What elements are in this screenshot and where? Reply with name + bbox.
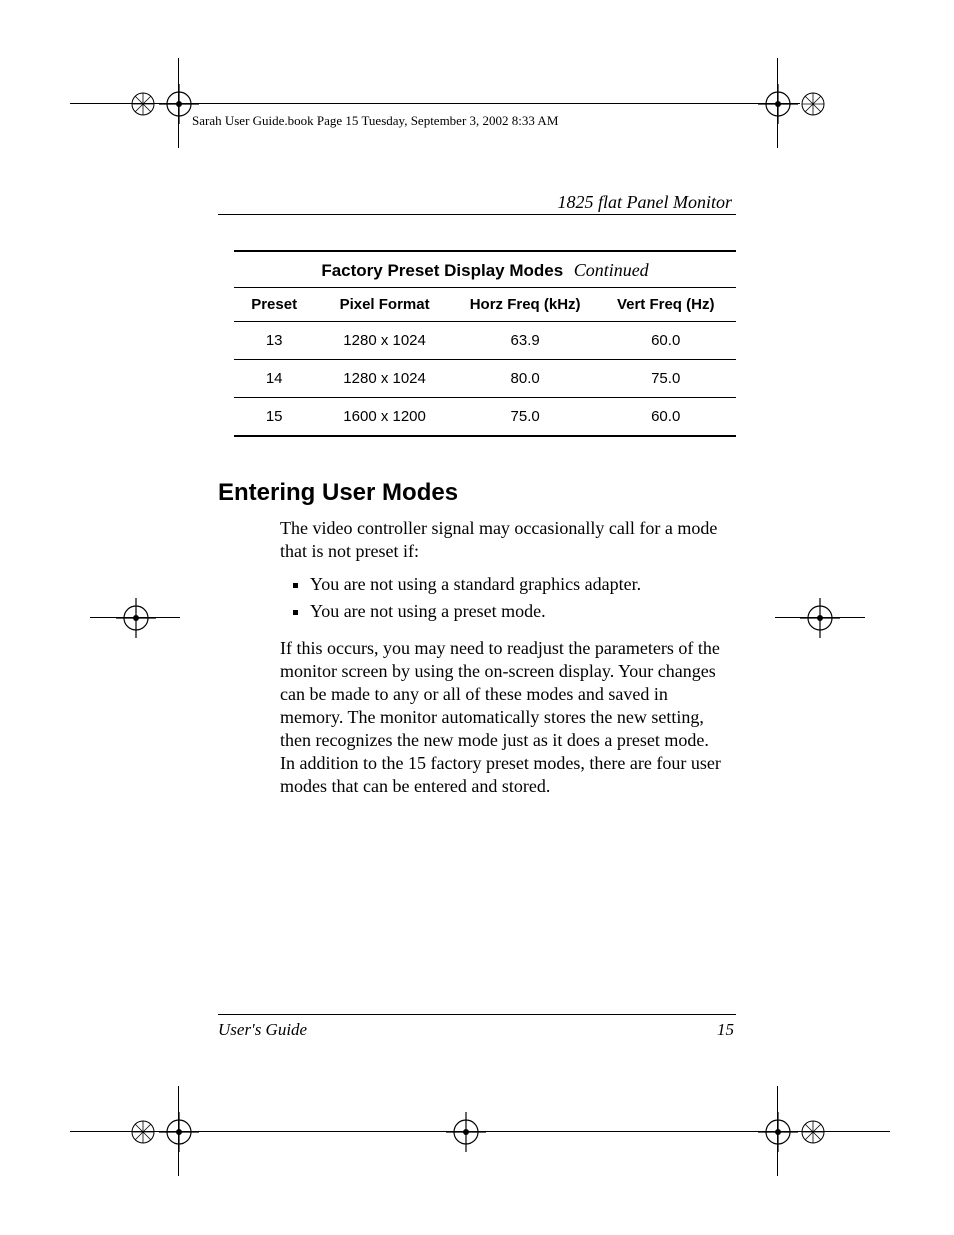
register-mark-icon xyxy=(159,1112,199,1152)
paragraph: If this occurs, you may need to readjust… xyxy=(280,637,728,798)
header-rule xyxy=(218,214,736,215)
col-pixel: Pixel Format xyxy=(314,288,455,322)
rosette-icon xyxy=(800,1119,826,1145)
register-mark-icon xyxy=(446,1112,486,1152)
table-row: 14 1280 x 1024 80.0 75.0 xyxy=(234,360,736,398)
register-mark-icon xyxy=(758,1112,798,1152)
table-header-row: Preset Pixel Format Horz Freq (kHz) Vert… xyxy=(234,288,736,322)
body-text: The video controller signal may occasion… xyxy=(280,517,728,798)
table-row: 15 1600 x 1200 75.0 60.0 xyxy=(234,398,736,437)
register-mark-icon xyxy=(758,84,798,124)
footer-left: User's Guide xyxy=(218,1020,307,1040)
display-modes-table: Preset Pixel Format Horz Freq (kHz) Vert… xyxy=(234,287,736,437)
cell-horz: 75.0 xyxy=(455,398,596,437)
rosette-icon xyxy=(800,91,826,117)
crop-header-text: Sarah User Guide.book Page 15 Tuesday, S… xyxy=(192,113,558,129)
content-area: Factory Preset Display Modes Continued P… xyxy=(218,250,736,808)
cell-pixel: 1280 x 1024 xyxy=(314,322,455,360)
bullet-list: You are not using a standard graphics ad… xyxy=(280,573,728,623)
table-title: Factory Preset Display Modes Continued xyxy=(234,250,736,287)
cell-preset: 14 xyxy=(234,360,314,398)
cell-pixel: 1600 x 1200 xyxy=(314,398,455,437)
register-mark-icon xyxy=(800,598,840,638)
cell-vert: 75.0 xyxy=(595,360,736,398)
cell-horz: 80.0 xyxy=(455,360,596,398)
table-row: 13 1280 x 1024 63.9 60.0 xyxy=(234,322,736,360)
rosette-icon xyxy=(130,1119,156,1145)
list-item: You are not using a preset mode. xyxy=(310,600,728,623)
col-preset: Preset xyxy=(234,288,314,322)
cell-preset: 13 xyxy=(234,322,314,360)
cell-pixel: 1280 x 1024 xyxy=(314,360,455,398)
running-head: 1825 flat Panel Monitor xyxy=(558,192,733,213)
table-wrap: Factory Preset Display Modes Continued P… xyxy=(234,250,736,437)
footer-page-number: 15 xyxy=(717,1020,734,1040)
col-vert: Vert Freq (Hz) xyxy=(595,288,736,322)
cell-vert: 60.0 xyxy=(595,398,736,437)
register-mark-icon xyxy=(116,598,156,638)
footer-rule xyxy=(218,1014,736,1015)
table-title-continued: Continued xyxy=(574,260,649,280)
table-title-main: Factory Preset Display Modes xyxy=(321,261,563,280)
cell-vert: 60.0 xyxy=(595,322,736,360)
col-horz: Horz Freq (kHz) xyxy=(455,288,596,322)
cell-preset: 15 xyxy=(234,398,314,437)
cell-horz: 63.9 xyxy=(455,322,596,360)
rosette-icon xyxy=(130,91,156,117)
paragraph: The video controller signal may occasion… xyxy=(280,517,728,563)
section-heading: Entering User Modes xyxy=(218,479,736,507)
page: Sarah User Guide.book Page 15 Tuesday, S… xyxy=(0,0,954,1235)
list-item: You are not using a standard graphics ad… xyxy=(310,573,728,596)
